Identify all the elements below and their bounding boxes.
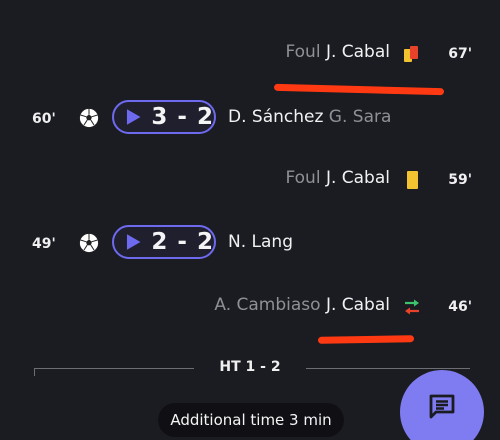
event-text: Foul J. Cabal <box>285 168 390 188</box>
event-minute: 60' <box>32 111 56 127</box>
chat-button[interactable] <box>400 370 484 440</box>
annotation-underline <box>317 335 415 344</box>
halftime-divider-left <box>34 368 194 369</box>
yellow-red-card-icon <box>404 46 418 62</box>
soccer-ball-icon <box>79 108 99 128</box>
substitution-icon <box>405 299 419 315</box>
player-name: J. Cabal <box>325 168 390 188</box>
event-label: Foul <box>285 168 321 188</box>
goal-video-button[interactable]: 2 - 2 <box>112 225 216 259</box>
yellow-card-icon <box>407 171 418 189</box>
chat-icon <box>429 394 455 419</box>
event-row-substitution: A. Cambiaso J. Cabal 46' <box>0 287 500 327</box>
event-minute: 46' <box>448 299 472 315</box>
event-minute: 49' <box>32 236 56 252</box>
goal-video-button[interactable]: 3 - 2 <box>112 100 216 134</box>
event-text: A. Cambiaso J. Cabal <box>214 295 390 315</box>
halftime-divider-right <box>306 368 470 369</box>
halftime-label: HT 1 - 2 <box>219 359 281 375</box>
play-icon <box>126 234 141 250</box>
soccer-ball-icon <box>79 233 99 253</box>
event-row-goal: 60' 3 - 2 D. Sánchez G. Sara <box>0 99 500 139</box>
halftime-divider-tick <box>34 368 35 376</box>
event-minute: 67' <box>448 46 472 62</box>
assist-name: G. Sara <box>328 107 392 127</box>
play-icon <box>126 109 141 125</box>
event-row-red-card: Foul J. Cabal 67' <box>0 34 500 74</box>
scorer-name: N. Lang <box>228 232 293 252</box>
event-row-goal: 49' 2 - 2 N. Lang <box>0 224 500 264</box>
score-text: 2 - 2 <box>151 229 214 255</box>
score-text: 3 - 2 <box>151 104 214 130</box>
event-text: Foul J. Cabal <box>285 42 390 62</box>
player-out-name: A. Cambiaso <box>214 295 321 315</box>
added-time-badge: Additional time 3 min <box>158 403 344 437</box>
player-name: J. Cabal <box>325 42 390 62</box>
event-text: D. Sánchez G. Sara <box>228 107 391 127</box>
scorer-name: D. Sánchez <box>228 107 324 127</box>
player-in-name: J. Cabal <box>325 295 390 315</box>
event-minute: 59' <box>448 172 472 188</box>
event-text: N. Lang <box>228 232 293 252</box>
event-label: Foul <box>285 42 321 62</box>
annotation-underline <box>273 83 445 96</box>
event-row-yellow-card: Foul J. Cabal 59' <box>0 160 500 200</box>
